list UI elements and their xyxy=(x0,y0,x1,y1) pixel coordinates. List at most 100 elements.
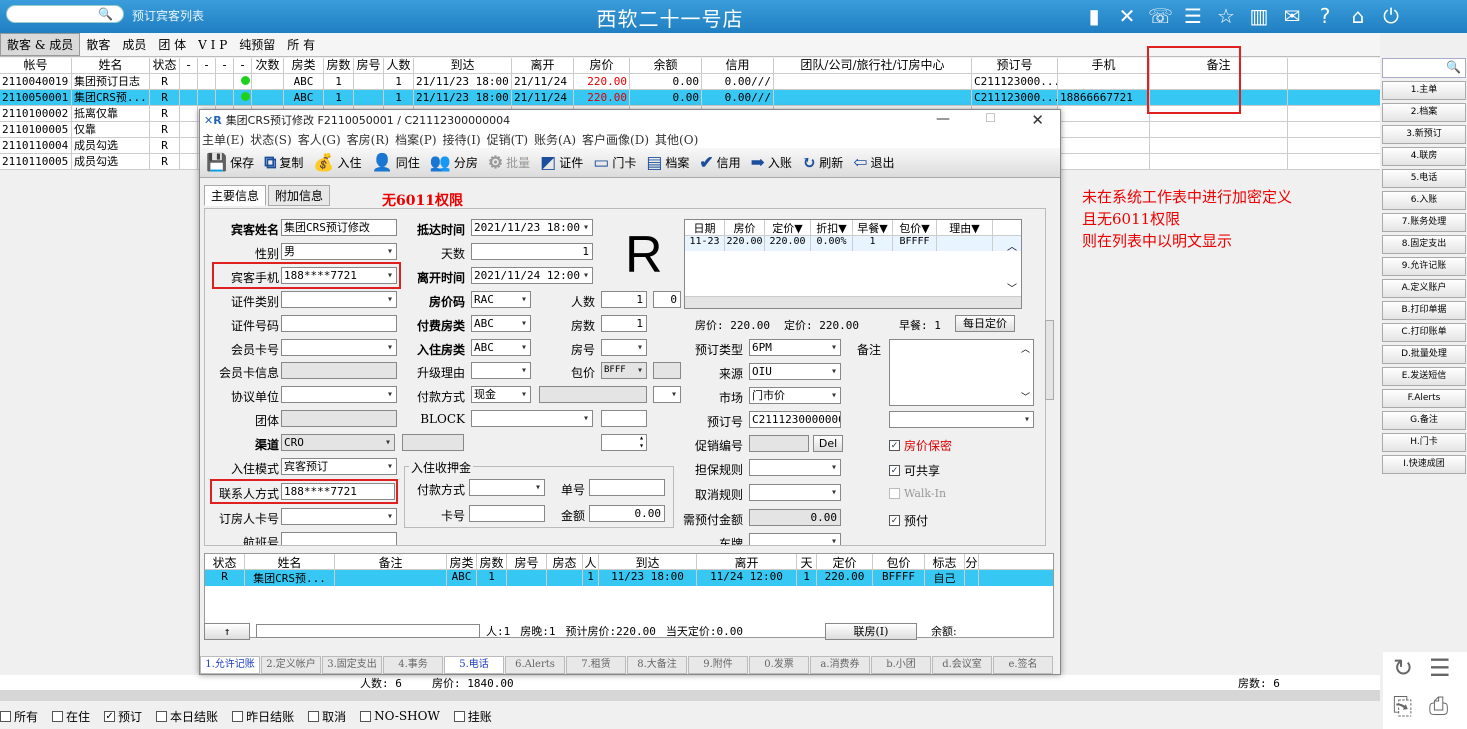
grid-header-cell[interactable]: 房价 xyxy=(574,58,630,73)
filter-checkbox[interactable]: 在住 xyxy=(52,708,90,725)
bottom-tab[interactable]: 7.租赁 xyxy=(566,656,626,674)
scroll-down-icon[interactable]: ﹀ xyxy=(1021,390,1030,403)
side-button[interactable]: I.快速成团 xyxy=(1382,455,1466,474)
roomtype-select[interactable]: ABC xyxy=(471,339,531,356)
columns-icon[interactable]: ▥ xyxy=(1247,3,1271,29)
rate-header-cell[interactable]: 房价 xyxy=(725,220,765,235)
pay-extra-select[interactable] xyxy=(653,386,681,403)
room-header-cell[interactable]: 姓名 xyxy=(245,554,335,569)
toolbar-button[interactable]: ◩ 证件 xyxy=(540,153,583,173)
side-button[interactable]: B.打印单据 xyxy=(1382,301,1466,320)
bottom-tab[interactable]: 2.定义帐户 xyxy=(261,656,321,674)
ratecode-select[interactable]: RAC xyxy=(471,291,531,308)
bottom-tab[interactable]: 8.大备注 xyxy=(627,656,687,674)
tab-main-info[interactable]: 主要信息 xyxy=(204,185,267,206)
bottom-tab[interactable]: b.小团 xyxy=(871,656,931,674)
rooms-field[interactable]: 1 xyxy=(601,315,647,332)
guarantee-select[interactable] xyxy=(749,459,841,476)
bottom-tab[interactable]: 6.Alerts xyxy=(505,656,565,674)
rate-header-cell[interactable]: 早餐▼ xyxy=(853,220,893,235)
daily-rate-button[interactable]: 每日定价 xyxy=(955,315,1015,332)
menu-item[interactable]: 客人(G) xyxy=(298,131,341,148)
horizontal-scrollbar[interactable] xyxy=(0,690,1380,701)
filter-checkbox[interactable]: 挂账 xyxy=(453,708,492,725)
filter-checkbox[interactable]: 所有 xyxy=(0,708,38,725)
bottom-tab[interactable]: 5.电话 xyxy=(444,656,504,674)
grid-header-cell[interactable]: 信用 xyxy=(702,58,774,73)
room-header-cell[interactable]: 分 xyxy=(965,554,979,569)
toolbar-button[interactable]: ↻ 刷新 xyxy=(802,153,843,173)
rate-header-cell[interactable]: 包价▼ xyxy=(893,220,937,235)
spin-field[interactable]: ▴ ▾ xyxy=(601,434,647,451)
rate-header-cell[interactable]: 定价▼ xyxy=(765,220,811,235)
rate-table-row[interactable]: 11-23 220.00 220.00 0.00% 1 BFFFF xyxy=(685,236,1021,251)
grid-header-cell[interactable]: - xyxy=(234,58,252,73)
grid-header-cell[interactable]: - xyxy=(180,58,198,73)
side-button[interactable]: 5.电话 xyxy=(1382,169,1466,188)
bottom-tab[interactable]: 1.允许记账 xyxy=(200,656,260,674)
toolbar-button[interactable]: 👥 分房 xyxy=(430,153,478,173)
room-header-cell[interactable]: 标志 xyxy=(925,554,965,569)
list-icon[interactable]: ☰ xyxy=(1429,654,1451,682)
pkg-select[interactable]: BFFF xyxy=(601,362,647,379)
menu-item[interactable]: 其他(O) xyxy=(655,131,698,148)
dep-amt-field[interactable]: 0.00 xyxy=(589,505,665,522)
filter-checkbox[interactable]: 本日结账 xyxy=(156,708,218,725)
search-icon[interactable]: 🔍 xyxy=(98,7,113,21)
bottom-tab[interactable]: d.会议室 xyxy=(932,656,992,674)
star-icon[interactable]: ☆ xyxy=(1214,3,1238,29)
toolbar-button[interactable]: ⧉ 复制 xyxy=(264,153,303,173)
bottom-tab[interactable]: 0.发票 xyxy=(749,656,809,674)
room-header-cell[interactable]: 包价 xyxy=(873,554,925,569)
dep-no-field[interactable] xyxy=(589,479,665,496)
source-select[interactable]: OIU xyxy=(749,363,841,380)
upgrade-select[interactable] xyxy=(471,362,531,379)
toolbar-button[interactable]: ⚙ 批量 xyxy=(488,153,530,173)
grid-header-cell[interactable]: 次数 xyxy=(252,58,284,73)
remark-select[interactable] xyxy=(889,411,1034,428)
plate-select[interactable] xyxy=(749,533,841,545)
arrive-field[interactable]: 2021/11/23 18:00 xyxy=(471,219,593,236)
room-header-cell[interactable]: 房态 xyxy=(547,554,583,569)
tab-all-members[interactable]: 散客 & 成员 xyxy=(0,33,81,56)
top-search-input[interactable]: 🔍 xyxy=(6,5,124,23)
room-header-cell[interactable]: 房数 xyxy=(477,554,507,569)
spinner-icon[interactable]: ▴ ▾ xyxy=(639,435,644,450)
form-vscroll[interactable] xyxy=(1045,320,1054,400)
persons-field[interactable]: 1 xyxy=(601,291,647,308)
grid-header-cell[interactable]: 房数 xyxy=(324,58,354,73)
grid-header-cell[interactable]: 状态 xyxy=(150,58,180,73)
block-extra[interactable] xyxy=(601,410,647,427)
minimize-icon[interactable]: — xyxy=(936,111,950,127)
tab-everything[interactable]: 所 有 xyxy=(281,36,321,53)
leave-field[interactable]: 2021/11/24 12:00 xyxy=(471,267,593,284)
side-button[interactable]: 4.联房 xyxy=(1382,147,1466,166)
menu-item[interactable]: 客户画像(D) xyxy=(582,131,649,148)
side-button[interactable]: 1.主单 xyxy=(1382,81,1466,100)
side-button[interactable]: G.备注 xyxy=(1382,411,1466,430)
side-button[interactable]: D.批量处理 xyxy=(1382,345,1466,364)
tab-group[interactable]: 团 体 xyxy=(152,36,192,53)
room-header-cell[interactable]: 房号 xyxy=(507,554,547,569)
side-button[interactable]: 8.固定支出 xyxy=(1382,235,1466,254)
home-icon[interactable]: ⌂ xyxy=(1346,3,1370,29)
toolbar-button[interactable]: ⇦ 退出 xyxy=(853,153,894,173)
booker-select[interactable] xyxy=(281,508,397,525)
toolbar-button[interactable]: 💾 保存 xyxy=(206,153,254,173)
filter-checkbox[interactable]: 取消 xyxy=(308,708,346,725)
menu-item[interactable]: 状态(S) xyxy=(250,131,292,148)
guest-name-field[interactable]: 集团CRS预订修改 xyxy=(281,219,397,236)
side-button[interactable]: 7.账务处理 xyxy=(1382,213,1466,232)
filter-checkbox[interactable]: ✓ 预订 xyxy=(104,708,142,725)
bottom-tab[interactable]: 9.附件 xyxy=(688,656,748,674)
menu-item[interactable]: 接待(I) xyxy=(443,131,481,148)
market-select[interactable]: 门市价 xyxy=(749,387,841,404)
rate-header-cell[interactable]: 折扣▼ xyxy=(811,220,853,235)
grid-header-cell[interactable]: 人数 xyxy=(384,58,414,73)
side-button[interactable]: A.定义账户 xyxy=(1382,279,1466,298)
days-field[interactable]: 1 xyxy=(471,243,593,260)
grid-header-cell[interactable]: 余额 xyxy=(630,58,702,73)
grid-header-cell[interactable]: 手机 xyxy=(1058,58,1150,73)
persons-child-field[interactable]: 0 xyxy=(653,291,681,308)
grid-header-cell[interactable]: 预订号 xyxy=(972,58,1058,73)
